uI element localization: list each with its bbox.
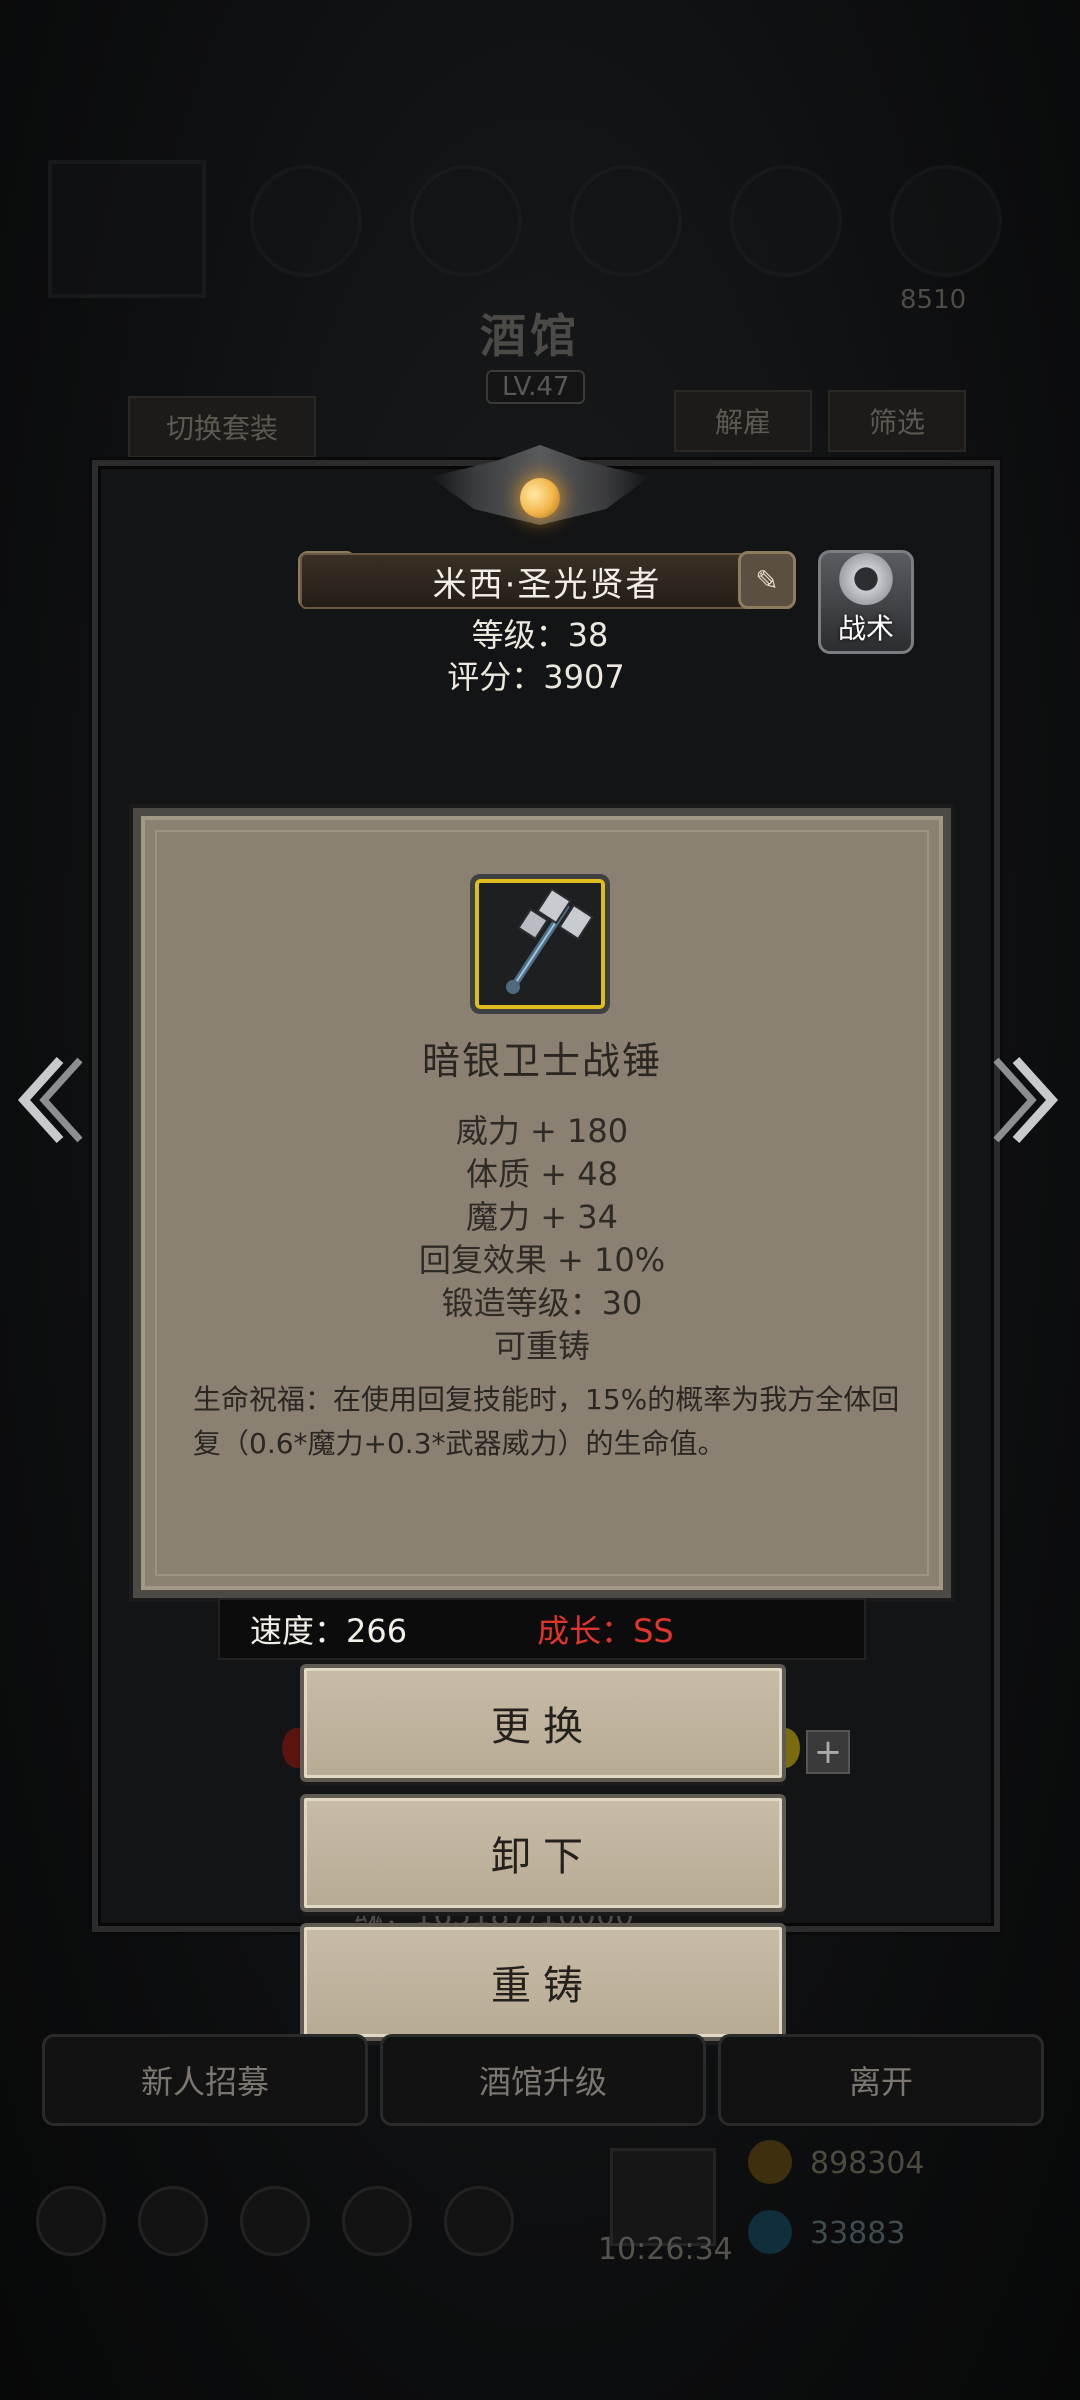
stat-constitution: 体质 + 48	[466, 1155, 618, 1193]
stat-magic: 魔力 + 34	[466, 1198, 618, 1236]
stat-power: 威力 + 180	[455, 1112, 629, 1150]
tavern-upgrade-button[interactable]: 酒馆升级	[380, 2034, 706, 2126]
stat-reforgeable: 可重铸	[493, 1327, 590, 1365]
gem-amount: 33883	[810, 2216, 906, 2251]
score-partial: 8510	[900, 285, 967, 315]
moon-emblem-icon	[520, 478, 560, 518]
gold-amount: 898304	[810, 2146, 925, 2181]
dismiss-button[interactable]: 解雇	[674, 390, 812, 452]
leave-button[interactable]: 离开	[718, 2034, 1044, 2126]
hero-stats-strip: 速度：266 成长：SS	[218, 1598, 866, 1660]
add-icon[interactable]: +	[806, 1730, 850, 1774]
menu-icon-3[interactable]	[240, 2186, 310, 2256]
hero-name-plate: 米西·圣光贤者	[300, 553, 794, 609]
hero-level: 等级：38	[471, 616, 609, 654]
item-icon-frame	[470, 874, 610, 1014]
equip-slot-2	[410, 165, 522, 277]
hero-speed: 速度：266	[250, 1612, 408, 1650]
hero-name: 米西·圣光贤者	[432, 564, 662, 605]
reforge-button[interactable]: 重铸	[300, 1923, 786, 2041]
gem-icon	[748, 2210, 792, 2254]
tavern-level: LV.47	[486, 370, 586, 404]
war-hammer-icon	[506, 887, 594, 994]
hero-portrait-slot	[48, 160, 206, 298]
stat-forge-level: 锻造等级：30	[441, 1284, 643, 1322]
switch-outfit-button[interactable]: 切换套装	[128, 396, 316, 458]
item-name: 暗银卫士战锤	[421, 1039, 662, 1083]
tavern-title: 酒馆	[480, 309, 580, 363]
menu-icon-5[interactable]	[444, 2186, 514, 2256]
item-description: 生命祝福：在使用回复技能时，15%的概率为我方全体回复（0.6*魔力+0.3*武…	[193, 1383, 900, 1460]
equip-slot-3	[570, 165, 682, 277]
edit-name-icon[interactable]: ✎	[738, 551, 796, 609]
gear-icon	[839, 553, 893, 605]
hero-growth: 成长：SS	[537, 1612, 674, 1650]
stat-healing: 回复效果 + 10%	[418, 1241, 666, 1279]
previous-arrow-icon[interactable]	[14, 1050, 84, 1150]
unequip-button[interactable]: 卸下	[300, 1794, 786, 1912]
equip-slot-5	[890, 165, 1002, 277]
recruit-button[interactable]: 新人招募	[42, 2034, 368, 2126]
menu-icon-2[interactable]	[138, 2186, 208, 2256]
equip-slot-4	[730, 165, 842, 277]
next-arrow-icon[interactable]	[992, 1050, 1062, 1150]
menu-icon-4[interactable]	[342, 2186, 412, 2256]
menu-icon-1[interactable]	[36, 2186, 106, 2256]
clock-time: 10:26:34	[598, 2232, 733, 2267]
filter-button[interactable]: 筛选	[828, 390, 966, 452]
hero-score: 评分：3907	[447, 658, 625, 696]
gold-coin-icon	[748, 2140, 792, 2184]
equip-slot-1	[250, 165, 362, 277]
replace-button[interactable]: 更换	[300, 1664, 786, 1782]
